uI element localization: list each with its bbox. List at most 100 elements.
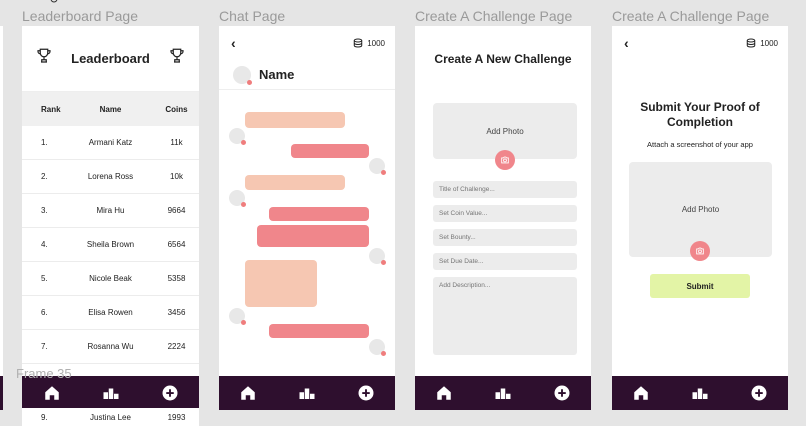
home-icon[interactable] <box>233 378 263 408</box>
chat-header: Name <box>219 60 395 90</box>
message-bubble-received[interactable] <box>245 175 345 190</box>
row-name: Nicole Beak <box>89 274 132 283</box>
header-rank: Rank <box>41 104 61 114</box>
header-name: Name <box>99 104 122 114</box>
coin-balance: 1000 <box>353 38 385 48</box>
bottom-nav <box>612 376 788 410</box>
row-coins: 11k <box>170 138 183 147</box>
coin-balance: 1000 <box>746 38 778 48</box>
avatar <box>369 339 386 356</box>
coin-stack-icon <box>746 38 756 48</box>
frame-label-leaderboard: Leaderboard Page <box>22 8 138 24</box>
home-icon[interactable] <box>37 378 67 408</box>
row-coins: 6564 <box>167 240 186 249</box>
table-header: Rank Name Coins <box>22 92 199 126</box>
create-challenge-screen: Create A New Challenge Add Photo <box>415 26 591 410</box>
chat-contact-name: Name <box>259 67 295 82</box>
leaderboard-title: Leaderboard <box>71 51 150 66</box>
page-title: Create A New Challenge <box>434 52 572 66</box>
row-rank: 2. <box>41 172 48 181</box>
table-row: 6. Elisa Rowen 3456 <box>22 296 199 330</box>
camera-icon[interactable] <box>690 241 710 261</box>
table-row: 2. Lorena Ross 10k <box>22 160 199 194</box>
row-rank: 3. <box>41 206 48 215</box>
row-name: Lorena Ross <box>87 172 134 181</box>
add-icon[interactable] <box>744 378 774 408</box>
table-row: 5. Nicole Beak 5358 <box>22 262 199 296</box>
trophy-icon <box>48 0 60 8</box>
row-coins: 5358 <box>167 274 186 283</box>
row-name: Justina Lee <box>90 412 131 422</box>
description-textarea[interactable] <box>433 277 577 355</box>
back-icon[interactable]: ‹ <box>231 35 236 51</box>
row-rank: 7. <box>41 342 48 351</box>
row-coins: 3456 <box>167 308 186 317</box>
message-bubble-received[interactable] <box>245 112 345 128</box>
coin-value-input[interactable] <box>433 205 577 222</box>
frame-label-create: Create A Challenge Page <box>415 8 573 24</box>
header-coins: Coins <box>165 104 188 114</box>
camera-icon[interactable] <box>495 150 515 170</box>
home-icon[interactable] <box>626 378 656 408</box>
partial-frame-nav <box>0 376 3 410</box>
row-name: Mira Hu <box>96 206 125 215</box>
podium-icon[interactable] <box>488 378 518 408</box>
row-name: Armani Katz <box>88 138 133 147</box>
coin-count: 1000 <box>367 38 385 48</box>
message-bubble-received[interactable] <box>245 260 317 307</box>
chat-topbar: ‹ 1000 <box>219 26 395 60</box>
row-coins: 2224 <box>167 342 186 351</box>
podium-icon[interactable] <box>96 378 126 408</box>
bottom-nav <box>219 376 395 410</box>
frame-label-chat: Chat Page <box>219 8 286 24</box>
back-icon[interactable]: ‹ <box>624 35 629 51</box>
podium-icon[interactable] <box>292 378 322 408</box>
add-icon[interactable] <box>155 378 185 408</box>
row-name: Rosanna Wu <box>87 342 134 351</box>
avatar <box>369 248 386 265</box>
table-row: 9. Justina Lee 1993 <box>22 408 199 426</box>
page-title: Submit Your Proof of Completion <box>640 100 760 129</box>
message-bubble-sent[interactable] <box>269 324 369 338</box>
add-icon[interactable] <box>351 378 381 408</box>
row-rank: 5. <box>41 274 48 283</box>
home-icon[interactable] <box>429 378 459 408</box>
message-bubble-sent[interactable] <box>291 144 369 158</box>
bottom-nav <box>415 376 591 410</box>
podium-icon[interactable] <box>685 378 715 408</box>
bottom-nav <box>22 376 199 410</box>
bounty-input[interactable] <box>433 229 577 246</box>
coin-count: 1000 <box>760 38 778 48</box>
message-bubble-sent[interactable] <box>257 225 369 247</box>
avatar <box>229 308 246 325</box>
trophy-icon <box>35 47 53 70</box>
row-name: Elisa Rowen <box>88 308 133 317</box>
row-coins: 9664 <box>167 206 186 215</box>
leaderboard-header: Leaderboard <box>22 26 199 92</box>
row-coins: 1993 <box>167 412 186 422</box>
avatar[interactable] <box>233 65 252 85</box>
row-rank: 9. <box>41 412 48 422</box>
challenge-title-input[interactable] <box>433 181 577 198</box>
due-date-input[interactable] <box>433 253 577 270</box>
row-name: Sheila Brown <box>86 240 135 249</box>
add-icon[interactable] <box>547 378 577 408</box>
coin-stack-icon <box>353 38 363 48</box>
page-subtitle: Attach a screenshot of your app <box>647 140 753 149</box>
table-row: 4. Sheila Brown 6564 <box>22 228 199 262</box>
table-row: 1. Armani Katz 11k <box>22 126 199 160</box>
avatar <box>369 158 386 175</box>
submit-topbar: ‹ 1000 <box>612 26 788 60</box>
message-bubble-sent[interactable] <box>269 207 369 221</box>
table-row: 7. Rosanna Wu 2224 <box>22 330 199 364</box>
trophy-icon <box>168 47 186 70</box>
row-rank: 1. <box>41 138 48 147</box>
frame-label-35: Frame 35 <box>16 366 72 381</box>
add-photo-label: Add Photo <box>681 205 720 214</box>
avatar <box>229 128 246 145</box>
avatar <box>229 190 246 207</box>
table-row: 3. Mira Hu 9664 <box>22 194 199 228</box>
row-coins: 10k <box>170 172 183 181</box>
partial-frame <box>0 26 3 410</box>
submit-button[interactable]: Submit <box>650 274 750 298</box>
